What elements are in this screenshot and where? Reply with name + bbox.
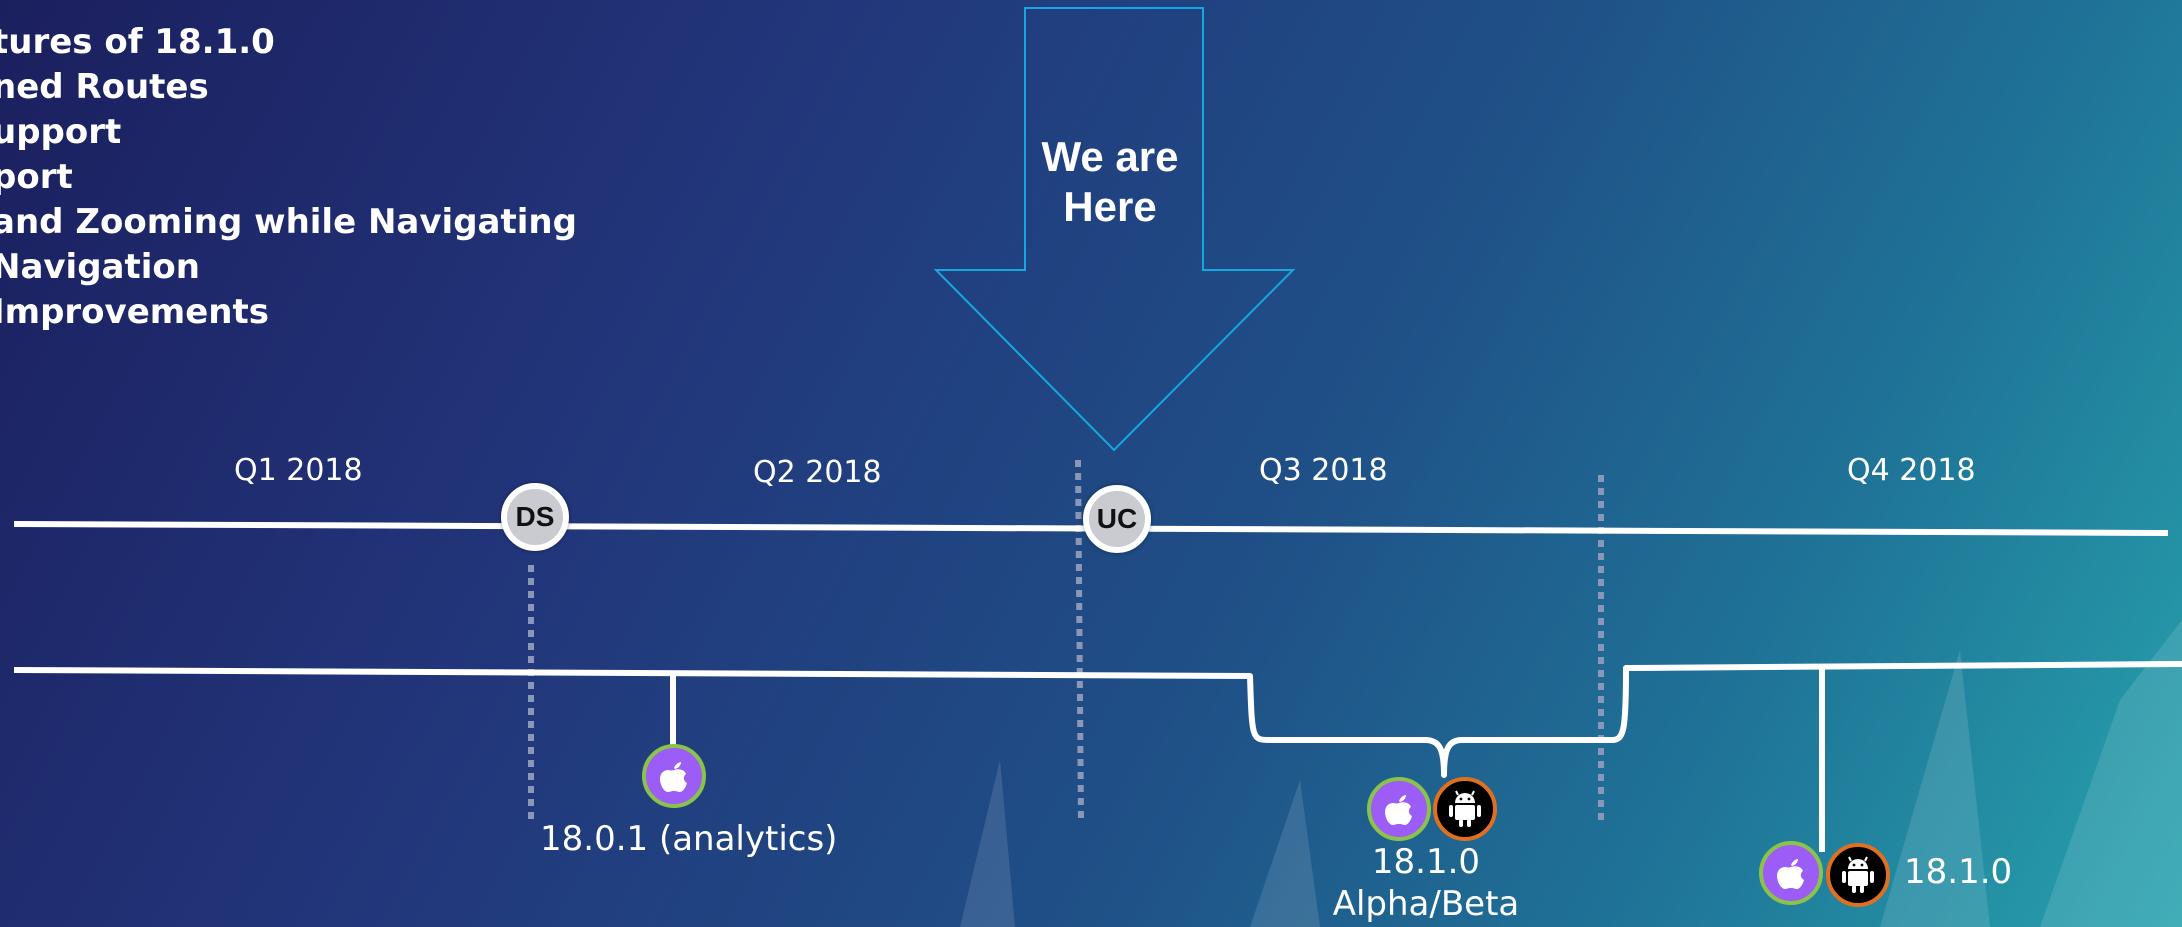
apple-icon [1385, 795, 1412, 825]
divider-q2-q3 [1075, 459, 1084, 821]
apple-icon [660, 762, 687, 792]
feature-item: ned Routes [0, 67, 209, 107]
feature-item: Navigation [0, 247, 200, 287]
feature-item: port [0, 157, 73, 197]
android-badge [1433, 777, 1497, 841]
milestone-uc: UC [1083, 485, 1151, 553]
quarter-label-q1: Q1 2018 [234, 453, 363, 488]
quarter-label-q4: Q4 2018 [1847, 453, 1976, 488]
release-2-label: 18.1.0 Alpha/Beta [1326, 841, 1526, 925]
ios-badge [1367, 777, 1431, 841]
feature-item: Improvements [0, 292, 269, 332]
milestone-ds: DS [501, 483, 569, 551]
release-1-label: 18.0.1 (analytics) [540, 819, 838, 859]
android-icon [1449, 790, 1481, 827]
feature-item: upport [0, 112, 122, 152]
callout-line-1: We are [1041, 133, 1179, 180]
feature-list: tures of 18.1.0 ned Routes upport port a… [0, 20, 577, 335]
ios-badge [1759, 841, 1823, 905]
apple-icon [1777, 859, 1804, 889]
release-track [13, 661, 2182, 778]
quarter-label-q2: Q2 2018 [753, 455, 882, 490]
ios-badge [642, 744, 706, 808]
release-2-version: 18.1.0 [1371, 842, 1481, 882]
release-3-label: 18.1.0 [1904, 852, 2013, 892]
release-2-stage: Alpha/Beta [1332, 884, 1520, 924]
callout-line-2: Here [1063, 183, 1157, 230]
quarter-label-q3: Q3 2018 [1259, 453, 1388, 488]
android-icon [1842, 856, 1874, 893]
android-badge [1826, 843, 1890, 907]
we-are-here-label: We are Here [1025, 132, 1195, 232]
feature-item: and Zooming while Navigating [0, 202, 577, 242]
feature-item: tures of 18.1.0 [0, 22, 275, 62]
